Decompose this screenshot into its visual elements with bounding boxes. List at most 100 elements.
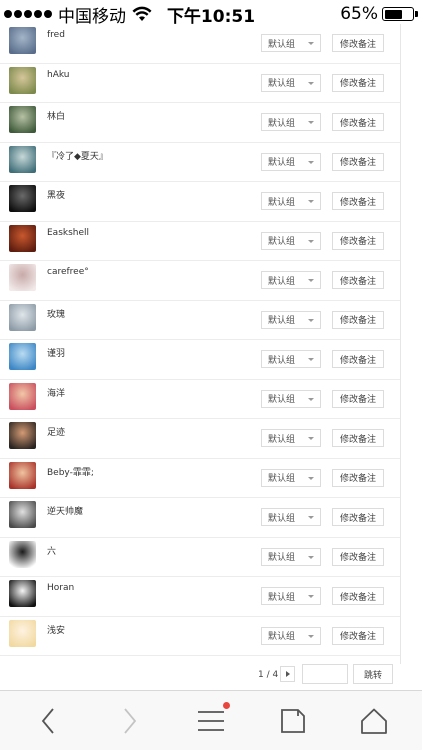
group-select-value: 默认组 <box>268 276 296 287</box>
group-select[interactable]: 默认组 <box>261 429 321 447</box>
edit-remark-button[interactable]: 修改备注 <box>332 192 384 210</box>
friend-name[interactable]: hAku <box>47 70 70 80</box>
edit-remark-button[interactable]: 修改备注 <box>332 310 384 329</box>
edit-remark-button[interactable]: 修改备注 <box>332 626 384 645</box>
chevron-down-icon <box>308 318 314 322</box>
group-select[interactable]: 默认组 <box>261 389 321 408</box>
group-select[interactable]: 默认组 <box>261 271 321 289</box>
chevron-down-icon <box>308 358 314 361</box>
group-select[interactable]: 默认组 <box>261 547 321 566</box>
friend-name[interactable]: 林白 <box>47 109 65 122</box>
friend-name[interactable]: 黑夜 <box>47 188 65 201</box>
avatar[interactable] <box>9 106 36 133</box>
group-select[interactable]: 默认组 <box>261 73 321 92</box>
menu-button[interactable] <box>191 702 231 739</box>
group-select[interactable]: 默认组 <box>261 152 321 171</box>
edit-remark-button[interactable]: 修改备注 <box>332 547 384 566</box>
group-select-value: 默认组 <box>268 553 296 563</box>
tabs-icon <box>281 709 305 733</box>
edit-remark-button[interactable]: 修改备注 <box>332 350 384 368</box>
group-select-value: 默认组 <box>268 474 296 484</box>
edit-remark-button[interactable]: 修改备注 <box>332 429 384 447</box>
home-icon <box>361 708 387 734</box>
chevron-down-icon <box>308 397 314 401</box>
browser-toolbar <box>0 690 422 750</box>
edit-remark-button[interactable]: 修改备注 <box>332 587 384 605</box>
friend-name[interactable]: 玫瑰 <box>47 307 65 320</box>
avatar[interactable] <box>9 422 36 449</box>
group-select[interactable]: 默认组 <box>261 192 321 210</box>
group-select[interactable]: 默认组 <box>261 231 321 250</box>
avatar[interactable] <box>9 461 36 489</box>
friend-row: 浅安 默认组 修改备注 <box>0 617 400 656</box>
chevron-down-icon <box>308 437 314 440</box>
group-select[interactable]: 默认组 <box>261 34 321 52</box>
avatar[interactable] <box>9 540 36 568</box>
friend-name[interactable]: Beby-霏霏; <box>47 465 94 478</box>
edit-remark-button[interactable]: 修改备注 <box>332 468 384 487</box>
chevron-down-icon <box>308 81 314 85</box>
back-button[interactable] <box>28 703 68 739</box>
edit-remark-button[interactable]: 修改备注 <box>332 34 384 52</box>
group-select[interactable]: 默认组 <box>261 310 321 329</box>
group-select-value: 默认组 <box>268 237 296 247</box>
group-select-value: 默认组 <box>268 118 296 129</box>
back-arrow-icon <box>41 708 54 734</box>
group-select[interactable]: 默认组 <box>261 113 321 131</box>
friend-name[interactable]: 逆天帅魔 <box>47 504 83 517</box>
tabs-button[interactable] <box>273 703 313 739</box>
edit-remark-button[interactable]: 修改备注 <box>332 271 384 289</box>
group-select[interactable]: 默认组 <box>261 587 321 605</box>
avatar[interactable] <box>9 382 36 410</box>
group-select[interactable]: 默认组 <box>261 626 321 645</box>
forward-button[interactable] <box>110 703 150 739</box>
notification-badge <box>223 702 230 709</box>
edit-remark-button[interactable]: 修改备注 <box>332 231 384 250</box>
page-jump-input[interactable] <box>302 664 348 684</box>
friend-row: 林白默认组 修改备注 <box>0 103 400 143</box>
group-select[interactable]: 默认组 <box>261 350 321 368</box>
group-select-value: 默认组 <box>268 316 296 326</box>
battery-icon <box>382 7 418 21</box>
avatar[interactable] <box>9 303 36 331</box>
friend-row: 海洋 默认组 修改备注 <box>0 380 400 419</box>
friend-name[interactable]: 谨羽 <box>47 346 65 359</box>
avatar[interactable] <box>9 580 36 607</box>
avatar[interactable] <box>9 27 36 54</box>
edit-remark-button[interactable]: 修改备注 <box>332 152 384 171</box>
friend-name[interactable]: Easkshell <box>47 228 89 238</box>
avatar[interactable] <box>9 501 36 528</box>
friend-row: 黑夜 默认组 修改备注 <box>0 182 400 222</box>
forward-arrow-icon <box>124 708 137 734</box>
battery-group: 65% <box>340 4 418 24</box>
friend-name[interactable]: 浅安 <box>47 623 65 636</box>
avatar[interactable] <box>9 343 36 370</box>
avatar[interactable] <box>9 619 36 647</box>
group-select[interactable]: 默认组 <box>261 468 321 487</box>
group-select[interactable]: 默认组 <box>261 508 321 526</box>
avatar[interactable] <box>9 224 36 252</box>
friend-name[interactable]: 足迹 <box>47 425 65 438</box>
edit-remark-button[interactable]: 修改备注 <box>332 389 384 408</box>
friend-name[interactable]: 六 <box>47 544 56 557</box>
friend-name[interactable]: 海洋 <box>47 386 65 399</box>
friend-name[interactable]: carefree° <box>47 267 89 277</box>
group-select-value: 默认组 <box>268 158 296 168</box>
friend-row: 玫瑰默认组 修改备注 <box>0 301 400 340</box>
avatar[interactable] <box>9 145 36 173</box>
home-button[interactable] <box>354 703 394 739</box>
friend-name[interactable]: fred <box>47 30 65 40</box>
friend-row: 六默认组 修改备注 <box>0 538 400 577</box>
friend-name[interactable]: Horan <box>47 583 74 593</box>
edit-remark-button[interactable]: 修改备注 <box>332 73 384 92</box>
next-page-button[interactable] <box>280 666 295 682</box>
chevron-right-icon <box>285 671 290 677</box>
chevron-down-icon <box>308 121 314 124</box>
avatar[interactable] <box>9 185 36 212</box>
avatar[interactable] <box>9 264 36 291</box>
friend-name[interactable]: 『冷了◆夏天』 <box>47 149 108 162</box>
edit-remark-button[interactable]: 修改备注 <box>332 508 384 526</box>
jump-button[interactable]: 跳转 <box>353 664 393 684</box>
avatar[interactable] <box>9 66 36 94</box>
edit-remark-button[interactable]: 修改备注 <box>332 113 384 131</box>
